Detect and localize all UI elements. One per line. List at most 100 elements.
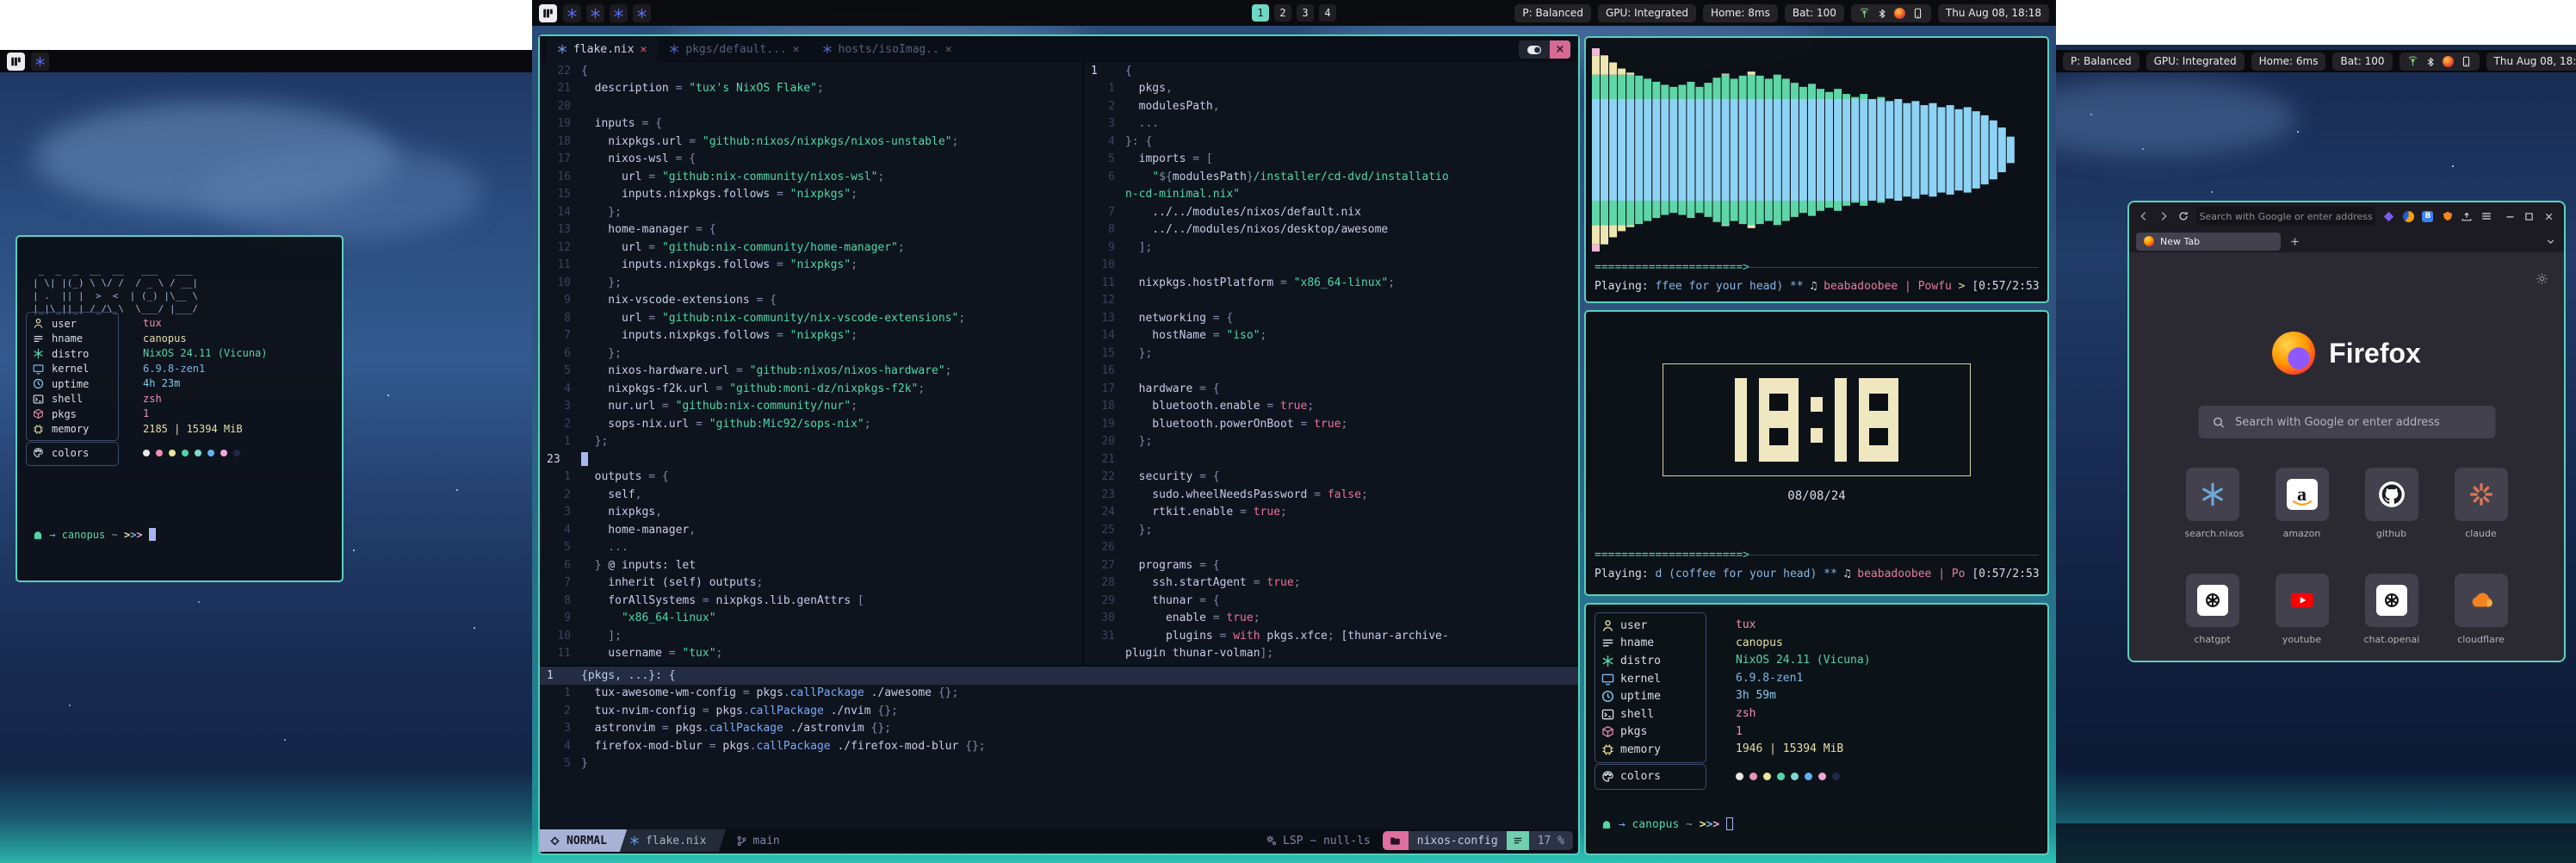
statusline-filename: flake.nix (620, 829, 715, 852)
shortcut-chatgpt[interactable]: chatgpt (2185, 574, 2240, 645)
cava-visualizer-window[interactable]: ======================> Playing: ffee fo… (1584, 36, 2049, 303)
shortcut-github[interactable]: github (2364, 468, 2419, 539)
clock-display (1663, 363, 1971, 476)
code-line: 6 } @ inputs: let (540, 556, 1082, 574)
editor-pane-flake-nix[interactable]: 22{21 description = "tux's NixOS Flake";… (540, 62, 1082, 665)
shortcut-youtube[interactable]: youtube (2275, 574, 2330, 645)
search-input[interactable]: Search with Google or enter address (2198, 406, 2495, 438)
code-line: 23 (540, 450, 1082, 469)
code-line: 11 username = "tux"; (540, 645, 1082, 663)
palette-icon (1601, 770, 1620, 783)
nix-tag-icon[interactable] (610, 4, 628, 22)
firefox-toolbar: Search with Google or enter address B (2129, 202, 2564, 230)
nix-tag-icon[interactable] (563, 4, 581, 22)
terminal-window-fastfetch-left[interactable]: _ _ _ __ __ ___ ___ | \| |(_) \ \/ / / _… (15, 235, 344, 582)
code-line: 1{pkgs, ...}: { (540, 667, 1578, 685)
back-button[interactable] (2138, 209, 2151, 223)
code-line: 21 description = "tux's NixOS Flake"; (540, 80, 1082, 98)
close-button[interactable]: × (1550, 40, 1570, 59)
reload-button[interactable] (2177, 209, 2190, 223)
shell-prompt[interactable]: → canopus ~ >>> (33, 528, 156, 541)
fetch-row: kernel (1601, 670, 1661, 688)
fetch-value: canopus (143, 332, 187, 347)
fetch-label: uptime (1620, 690, 1661, 703)
nix-tag-icon[interactable] (586, 4, 604, 22)
clock-digit-8 (1859, 378, 1898, 462)
shortcut-amazon[interactable]: aamazon (2275, 468, 2330, 539)
extension-icon-fox[interactable] (2441, 209, 2454, 223)
shortcut-label: github (2364, 528, 2419, 539)
new-tab-button[interactable] (2288, 234, 2301, 248)
code-line: 29 thunar = { (1084, 592, 1578, 610)
chip-icon (1601, 743, 1620, 756)
winbar-controls: × (1519, 40, 1570, 59)
toggle-button[interactable] (1519, 40, 1550, 59)
editor-tab-hosts-isoImag-[interactable]: hosts/isoImag..✕ (812, 36, 963, 62)
fetch-row: pkgs (33, 407, 77, 422)
code-text: home-manager, (581, 524, 696, 537)
layout-icon[interactable] (539, 4, 557, 22)
extension-icon-swirl[interactable] (2402, 209, 2415, 223)
line-number: 5 (1084, 152, 1125, 165)
term-icon (1601, 708, 1620, 721)
now-playing: Playing: d (coffee for your head) ** ♫ b… (1595, 568, 2039, 581)
extension-icon-shield[interactable]: B (2422, 209, 2435, 223)
shortcut-claude[interactable]: claude (2454, 468, 2509, 539)
fetch-value: 6.9.8-zen1 (1736, 670, 1803, 688)
snow-icon (33, 348, 52, 359)
editor-pane-iso-image[interactable]: 1{1 pkgs,2 modulesPath,3 ...4}: {5 impor… (1084, 62, 1578, 665)
code-text: modulesPath, (1125, 100, 1220, 113)
shortcut-cloudflare[interactable]: cloudflare (2454, 574, 2509, 645)
workspace-4[interactable]: 4 (1319, 4, 1336, 22)
line-number: 11 (540, 647, 581, 660)
color-temp-icon (2443, 56, 2454, 67)
terminal-window-fastfetch-right[interactable]: usertuxhnamecanopusdistroNixOS 24.11 (Vi… (1584, 603, 2049, 855)
code-text: nixos-hardware.url = "github:nixos/nixos… (581, 364, 951, 377)
tty-clock-window[interactable]: 08/08/24 ======================> Playing… (1584, 310, 2049, 596)
code-line: 30 enable = true; (1084, 610, 1578, 628)
line-number: 17 (540, 152, 581, 165)
menu-button[interactable] (2480, 209, 2493, 223)
code-text: nixpkgs, (581, 506, 662, 518)
shortcut-label: chat.openai (2364, 634, 2419, 645)
forward-button[interactable] (2158, 209, 2170, 223)
close-window-button[interactable] (2542, 209, 2555, 223)
sidebar-icon[interactable] (2461, 209, 2474, 223)
code-text: }; (1125, 435, 1152, 448)
url-bar[interactable]: Search with Google or enter address (2196, 207, 2375, 226)
status-pill: GPU: Integrated (2146, 53, 2245, 71)
line-number: 20 (1084, 435, 1125, 448)
maximize-button[interactable] (2523, 209, 2536, 223)
fetch-label: memory (1620, 743, 1661, 756)
firefox-window[interactable]: Search with Google or enter address B Ne… (2127, 201, 2566, 662)
workspace-1[interactable]: 1 (1252, 4, 1269, 22)
code-line: 2 modulesPath, (1084, 97, 1578, 115)
color-dot (1832, 773, 1840, 780)
layout-icon[interactable] (7, 53, 25, 71)
nix-tag-icon[interactable] (31, 53, 49, 71)
editor-tab-pkgs-default-[interactable]: pkgs/default...✕ (659, 36, 809, 62)
minimize-button[interactable] (2504, 209, 2517, 223)
sea (0, 768, 532, 863)
nix-tag-icon[interactable] (633, 4, 651, 22)
shortcut-chat-openai[interactable]: chat.openai (2364, 574, 2419, 645)
now-playing: Playing: ffee for your head) ** ♫ beabad… (1595, 280, 2039, 293)
line-number: 5 (540, 541, 581, 554)
code-line: 5 ... (540, 539, 1082, 557)
editor-tab-flake-nix[interactable]: flake.nix✕ (547, 36, 657, 62)
tab-list-chevron[interactable] (2543, 234, 2557, 248)
neovim-editor-window[interactable]: flake.nix✕pkgs/default...✕hosts/isoImag.… (538, 34, 1580, 855)
editor-pane-pkgs-default[interactable]: 1{pkgs, ...}: {1 tux-awesome-wm-config =… (540, 667, 1578, 829)
code-text: ../../modules/nixos/desktop/awesome (1125, 223, 1388, 236)
workspace-3[interactable]: 3 (1297, 4, 1314, 22)
extension-icon-purple[interactable] (2382, 209, 2395, 223)
fetch-label: distro (1620, 655, 1661, 667)
shortcut-search-nixos[interactable]: search.nixos (2185, 468, 2240, 539)
workspace-2[interactable]: 2 (1274, 4, 1291, 22)
personalize-gear-icon[interactable] (2536, 270, 2548, 286)
line-number: 17 (1084, 382, 1125, 395)
shell-prompt[interactable]: → canopus ~ >>> (1601, 817, 1733, 831)
code-line: 20 }; (1084, 433, 1578, 451)
line-number: 11 (540, 258, 581, 271)
tab-new-tab[interactable]: New Tab (2136, 233, 2281, 251)
